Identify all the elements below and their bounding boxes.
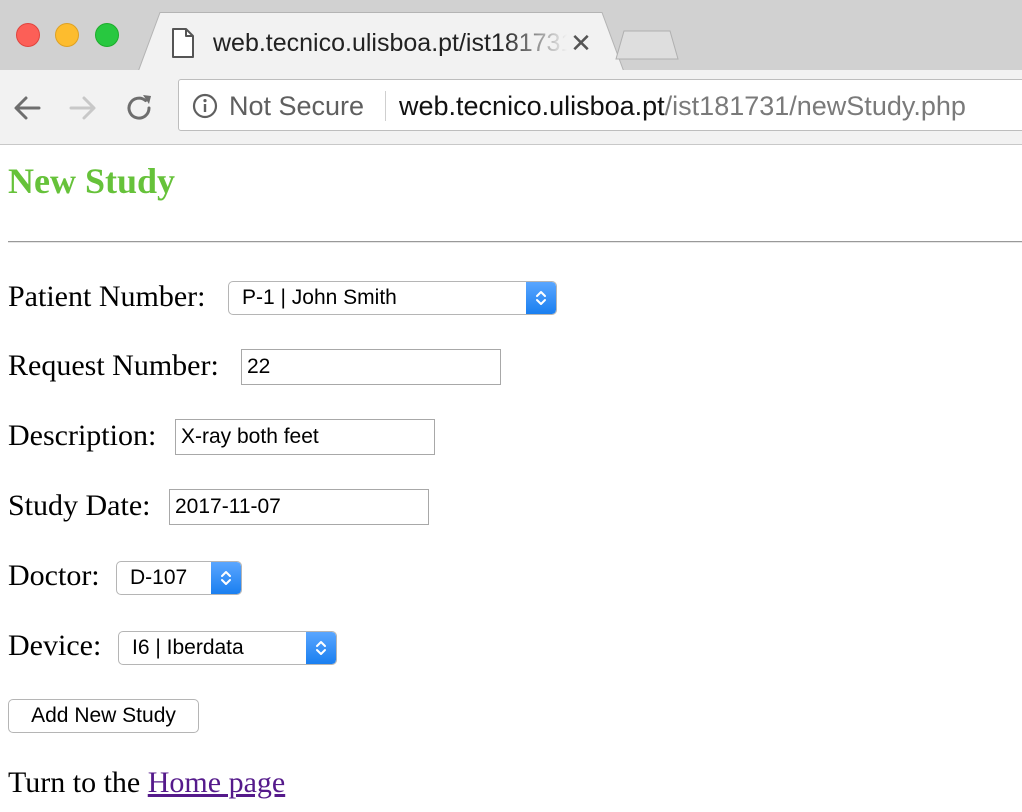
doctor-value: D-107: [130, 566, 188, 589]
new-tab-button[interactable]: [614, 30, 680, 60]
study-date-label: Study Date:: [8, 489, 151, 522]
url-host: web.tecnico.ulisboa.pt: [399, 91, 665, 121]
select-arrows-icon: [306, 632, 336, 664]
device-label: Device:: [8, 629, 102, 662]
study-date-input[interactable]: 2017-11-07: [169, 489, 429, 525]
document-icon: [172, 28, 194, 58]
url-text[interactable]: web.tecnico.ulisboa.pt/ist181731/newStud…: [399, 91, 966, 122]
home-page-link[interactable]: Home page: [148, 766, 285, 799]
info-icon[interactable]: [192, 93, 218, 119]
doctor-label: Doctor:: [8, 559, 100, 592]
security-label[interactable]: Not Secure: [229, 91, 364, 122]
close-icon[interactable]: ✕: [567, 28, 595, 59]
tab-strip: web.tecnico.ulisboa.pt/ist181731/newStud…: [0, 0, 1022, 72]
device-select[interactable]: I6 | Iberdata: [118, 631, 337, 665]
select-arrows-icon: [526, 282, 556, 314]
footer-prefix: Turn to the: [8, 766, 141, 799]
patient-number-value: P-1 | John Smith: [242, 286, 397, 309]
close-window-button[interactable]: [16, 23, 40, 47]
doctor-select[interactable]: D-107: [116, 561, 242, 595]
address-divider: [385, 91, 386, 121]
patient-number-label: Patient Number:: [8, 280, 206, 313]
footer-text: Turn to the Home page: [8, 764, 285, 802]
device-value: I6 | Iberdata: [132, 636, 244, 659]
add-new-study-button[interactable]: Add New Study: [8, 699, 199, 733]
zoom-window-button[interactable]: [95, 23, 119, 47]
reload-icon[interactable]: [122, 91, 156, 125]
select-arrows-icon: [211, 562, 241, 594]
request-number-input[interactable]: 22: [241, 349, 501, 385]
url-path: /ist181731/newStudy.php: [664, 91, 966, 121]
tab-content[interactable]: web.tecnico.ulisboa.pt/ist181731/newStud…: [165, 20, 595, 66]
address-bar[interactable]: Not Secure web.tecnico.ulisboa.pt/ist181…: [178, 79, 1022, 131]
description-label: Description:: [8, 419, 157, 452]
page-title: New Study: [8, 161, 176, 201]
horizontal-rule: [8, 241, 1022, 243]
description-input[interactable]: X-ray both feet: [175, 419, 435, 455]
minimize-window-button[interactable]: [55, 23, 79, 47]
back-arrow-icon[interactable]: [10, 91, 44, 125]
request-number-label: Request Number:: [8, 349, 219, 382]
patient-number-select[interactable]: P-1 | John Smith: [228, 281, 557, 315]
forward-arrow-icon[interactable]: [66, 91, 100, 125]
tab-title: web.tecnico.ulisboa.pt/ist181731/newStud…: [213, 28, 567, 57]
